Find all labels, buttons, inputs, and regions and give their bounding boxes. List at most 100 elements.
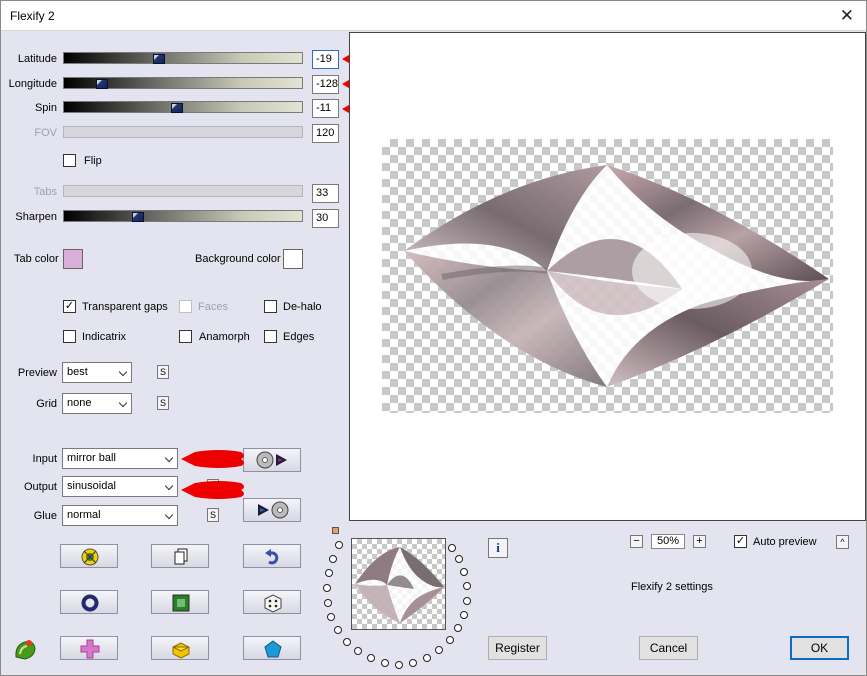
preview-canvas [382, 139, 833, 413]
longitude-label: Longitude [8, 78, 57, 90]
chevron-down-icon [164, 453, 174, 463]
indicatrix-checkbox[interactable] [63, 330, 76, 343]
flip-checkbox[interactable] [63, 154, 76, 167]
ok-label: OK [810, 641, 829, 655]
flexified-image [404, 165, 829, 387]
zoom-in-button[interactable]: + [693, 535, 706, 548]
longitude-input[interactable]: -128 [312, 75, 339, 94]
preview-pane[interactable] [349, 32, 866, 521]
cancel-label: Cancel [649, 641, 688, 655]
tab-color-swatch[interactable] [63, 249, 83, 269]
circle-icon [81, 594, 99, 612]
dice-button[interactable] [243, 590, 301, 614]
output-media-button[interactable] [243, 498, 301, 522]
cancel-button[interactable]: Cancel [639, 636, 698, 660]
cube-icon [172, 642, 190, 659]
flexify-dialog: Flexify 2 ✕ Latitude -19 Longitude -128 … [0, 0, 867, 676]
output-projection-select[interactable]: sinusoidal [62, 476, 178, 497]
spin-slider-thumb[interactable] [171, 103, 183, 113]
undo-button[interactable] [243, 544, 301, 568]
title-bar: Flexify 2 ✕ [1, 1, 866, 31]
window-title: Flexify 2 [10, 9, 55, 23]
register-button[interactable]: Register [488, 636, 547, 660]
red-arrow-icon [181, 450, 244, 468]
plus-shape-button[interactable] [60, 636, 118, 660]
flip-label: Flip [84, 155, 102, 167]
glue-select[interactable]: normal [62, 505, 178, 526]
output-label: Output [23, 481, 57, 493]
sharpen-label: Sharpen [15, 211, 57, 223]
info-button[interactable]: i [488, 538, 508, 558]
anamorph-checkbox[interactable] [179, 330, 192, 343]
sharpen-input[interactable]: 30 [312, 209, 339, 228]
longitude-slider-thumb[interactable] [96, 79, 108, 89]
anamorph-label: Anamorph [199, 331, 250, 343]
ok-button[interactable]: OK [790, 636, 849, 660]
input-label: Input [32, 453, 57, 465]
copy-button[interactable] [151, 544, 209, 568]
faces-label: Faces [198, 301, 228, 313]
disc-play-icon [256, 451, 287, 469]
sharpen-slider[interactable] [63, 210, 303, 222]
edges-checkbox[interactable] [264, 330, 277, 343]
collapse-button[interactable]: ^ [836, 535, 849, 549]
sharpen-slider-thumb[interactable] [132, 212, 144, 222]
chevron-down-icon [118, 398, 128, 408]
pentagon-button[interactable] [243, 636, 301, 660]
play-disc-icon [258, 501, 289, 519]
preview-quality-value: best [67, 366, 88, 378]
spin-slider[interactable] [63, 101, 303, 113]
plus-icon [80, 639, 100, 659]
settings-label: Flexify 2 settings [631, 581, 713, 593]
latitude-slider[interactable] [63, 52, 303, 64]
grid-select[interactable]: none [62, 393, 132, 414]
transparent-gaps-label: Transparent gaps [82, 301, 168, 313]
tabs-slider [63, 185, 303, 197]
preview-s-button[interactable]: S [157, 365, 169, 379]
glue-s-button[interactable]: S [207, 508, 219, 522]
tabs-input[interactable]: 33 [312, 184, 339, 203]
grid-label: Grid [36, 398, 57, 410]
tabs-label: Tabs [33, 186, 57, 198]
longitude-slider[interactable] [63, 77, 303, 89]
input-media-button[interactable] [243, 448, 301, 472]
register-label: Register [495, 641, 540, 655]
dice-icon [264, 594, 282, 613]
plugin-logo-icon [15, 640, 36, 660]
latitude-label: Latitude [17, 53, 57, 65]
background-color-swatch[interactable] [283, 249, 303, 269]
spin-input[interactable]: -11 [312, 99, 339, 118]
thumbnail-image [355, 547, 444, 623]
grid-s-button[interactable]: S [157, 396, 169, 410]
pentagon-icon [264, 640, 282, 658]
close-icon[interactable]: ✕ [840, 6, 854, 26]
latitude-slider-thumb[interactable] [153, 54, 165, 64]
preview-quality-label: Preview [17, 367, 57, 379]
undo-icon [265, 549, 279, 565]
chevron-down-icon [164, 481, 174, 491]
tab-color-label: Tab color [14, 253, 59, 265]
cube-button[interactable] [151, 636, 209, 660]
fov-input[interactable]: 120 [312, 124, 339, 143]
input-projection-select[interactable]: mirror ball [62, 448, 178, 469]
preview-thumbnail[interactable] [351, 538, 446, 630]
grid-value: none [67, 397, 92, 409]
glue-value: normal [67, 509, 101, 521]
preview-quality-select[interactable]: best [62, 362, 132, 383]
edges-label: Edges [283, 331, 315, 343]
background-color-label: Background color [195, 253, 281, 265]
copy-icon [174, 548, 188, 565]
fov-label: FOV [34, 127, 57, 139]
chevron-down-icon [118, 367, 128, 377]
square-button[interactable] [151, 590, 209, 614]
auto-preview-checkbox[interactable]: ✓ [734, 535, 747, 548]
latitude-input[interactable]: -19 [312, 50, 339, 69]
zoom-out-button[interactable]: − [630, 535, 643, 548]
de-halo-checkbox[interactable] [264, 300, 277, 313]
transparent-gaps-checkbox[interactable]: ✓ [63, 300, 76, 313]
randomize-button[interactable] [60, 544, 118, 568]
indicatrix-label: Indicatrix [82, 331, 127, 343]
faces-checkbox [179, 300, 192, 313]
circle-button[interactable] [60, 590, 118, 614]
chevron-down-icon [164, 510, 174, 520]
